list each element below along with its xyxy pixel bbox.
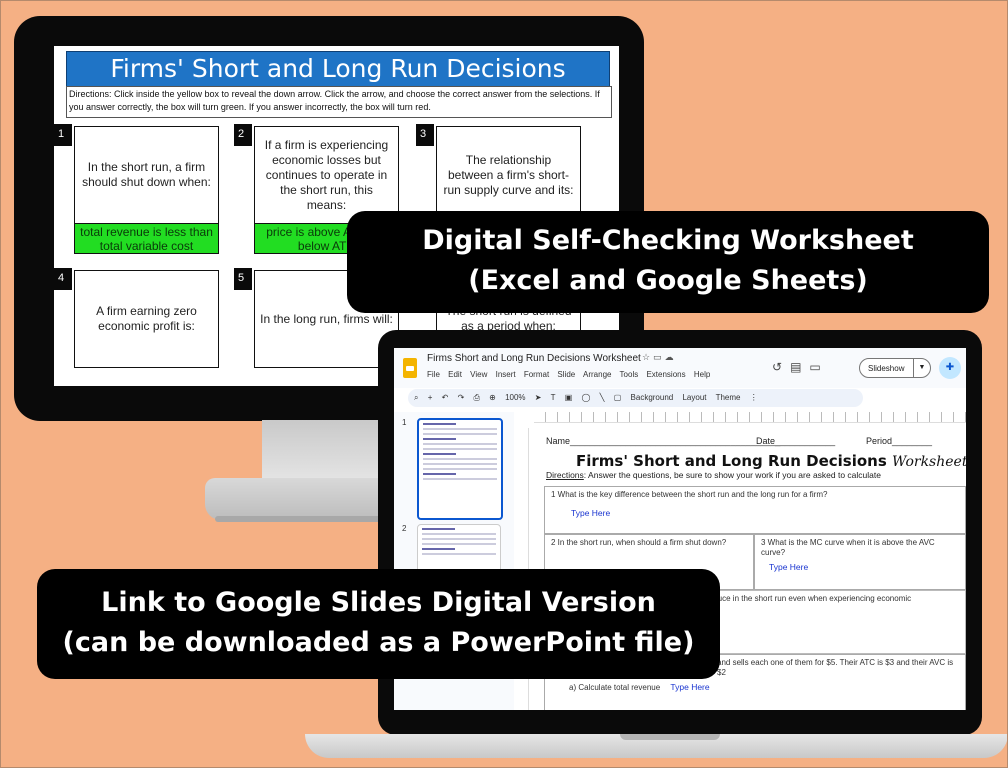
menu-extensions[interactable]: Extensions [646, 370, 685, 379]
menu-tools[interactable]: Tools [620, 370, 639, 379]
slides-logo-icon[interactable] [403, 358, 417, 378]
cloud-status-icon[interactable]: ☁ [665, 352, 677, 362]
name-label: Name [546, 436, 571, 446]
slides-header: Firms Short and Long Run Decisions Works… [394, 348, 966, 388]
new-slide-icon[interactable]: + [428, 393, 433, 402]
menu-file[interactable]: File [427, 370, 440, 379]
document-title[interactable]: Firms Short and Long Run Decisions Works… [427, 353, 641, 364]
callout-line: Digital Self-Checking Worksheet [422, 225, 914, 256]
worksheet-callout: Digital Self-Checking Worksheet (Excel a… [347, 211, 989, 313]
doc-title-suffix: Worksheet [892, 454, 966, 470]
thumbnail-number: 1 [402, 418, 407, 427]
question-text: 1 What is the key difference between the… [551, 490, 828, 499]
card-question: In the short run, a firm should shut dow… [74, 126, 219, 224]
background-button[interactable]: Background [631, 393, 674, 402]
question-card-4: 4 A firm earning zero economic profit is… [54, 268, 219, 386]
layout-button[interactable]: Layout [682, 393, 706, 402]
menu-arrange[interactable]: Arrange [583, 370, 611, 379]
shape-icon[interactable]: ◯ [581, 393, 590, 402]
card-number: 4 [54, 268, 72, 290]
card-number: 3 [416, 124, 434, 146]
card-number: 1 [54, 124, 72, 146]
video-call-icon[interactable]: ▭ [809, 360, 828, 374]
text-box-icon[interactable]: T [551, 393, 556, 402]
card-question: The relationship between a firm's short-… [436, 126, 581, 224]
question-box-3: 3 What is the MC curve when it is above … [754, 534, 966, 590]
horizontal-ruler [534, 412, 966, 423]
callout-line: (Excel and Google Sheets) [468, 265, 868, 296]
card-question: If a firm is experiencing economic losse… [254, 126, 399, 224]
answer-dropdown[interactable]: total revenue is less than total variabl… [74, 224, 219, 254]
menu-insert[interactable]: Insert [496, 370, 516, 379]
print-icon[interactable]: ⎙ [474, 393, 480, 402]
question-text: 2 In the short run, when should a firm s… [551, 538, 727, 547]
sub-question-text: a) Calculate total revenue [569, 683, 661, 692]
star-icon[interactable]: ☆ [642, 352, 653, 362]
callout-line: Link to Google Slides Digital Version [101, 587, 656, 618]
menu-slide[interactable]: Slide [557, 370, 575, 379]
directions-label: Directions [546, 470, 584, 480]
question-text: o produce in the short run even when exp… [695, 594, 912, 603]
card-question: A firm earning zero economic profit is: [74, 270, 219, 368]
more-options-icon[interactable]: ⋮ [750, 393, 758, 402]
menu-view[interactable]: View [470, 370, 487, 379]
date-label: Date [756, 436, 776, 446]
menu-bar: File Edit View Insert Format Slide Arran… [427, 370, 716, 379]
slideshow-button[interactable]: Slideshow ▼ [859, 358, 931, 378]
callout-line: (can be downloaded as a PowerPoint file) [62, 627, 695, 658]
card-number: 2 [234, 124, 252, 146]
menu-help[interactable]: Help [694, 370, 710, 379]
slideshow-label: Slideshow [868, 364, 905, 373]
image-icon[interactable]: ▣ [565, 393, 573, 402]
worksheet-directions: Directions: Click inside the yellow box … [66, 86, 612, 118]
zoom-level[interactable]: 100% [505, 393, 525, 402]
line-icon[interactable]: ╲ [600, 393, 605, 402]
type-here-field[interactable]: Type Here [769, 562, 959, 572]
card-number: 5 [234, 268, 252, 290]
question-text: and sells each one of them for $5. Their… [717, 658, 954, 677]
period-label: Period [866, 436, 893, 446]
menu-format[interactable]: Format [524, 370, 549, 379]
slides-toolbar: ⌕ + ↶ ↷ ⎙ ⊕ 100% ➤ T ▣ ◯ ╲ ▢ Background … [408, 389, 863, 407]
doc-title: Firms' Short and Long Run Decisions [576, 452, 887, 470]
redo-icon[interactable]: ↷ [458, 393, 465, 402]
chevron-down-icon[interactable]: ▼ [913, 358, 930, 378]
question-text: 3 What is the MC curve when it is above … [761, 538, 935, 557]
theme-button[interactable]: Theme [716, 393, 741, 402]
search-icon[interactable]: ⌕ [414, 393, 418, 402]
slides-link-callout[interactable]: Link to Google Slides Digital Version (c… [37, 569, 720, 679]
menu-edit[interactable]: Edit [448, 370, 462, 379]
history-icon[interactable]: ↺ [772, 360, 790, 374]
worksheet-title: Firms' Short and Long Run Decisions [66, 51, 610, 87]
zoom-icon[interactable]: ⊕ [489, 393, 496, 402]
laptop-notch [620, 734, 720, 740]
comment-icon[interactable]: ▢ [614, 393, 622, 402]
thumbnail-number: 2 [402, 524, 407, 533]
type-here-field[interactable]: Type Here [670, 682, 709, 692]
move-folder-icon[interactable]: ▭ [653, 352, 665, 362]
comments-icon[interactable]: ▤ [790, 360, 809, 374]
type-here-field[interactable]: Type Here [571, 508, 959, 518]
question-box-1: 1 What is the key difference between the… [544, 486, 966, 534]
question-card-1: 1 In the short run, a firm should shut d… [54, 124, 219, 254]
slide-thumbnail-1[interactable] [417, 418, 503, 520]
monitor-neck [262, 420, 380, 480]
undo-icon[interactable]: ↶ [442, 393, 449, 402]
directions-text: : Answer the questions, be sure to show … [583, 470, 881, 480]
select-icon[interactable]: ➤ [535, 393, 542, 402]
share-icon[interactable]: ✚ [939, 357, 961, 379]
